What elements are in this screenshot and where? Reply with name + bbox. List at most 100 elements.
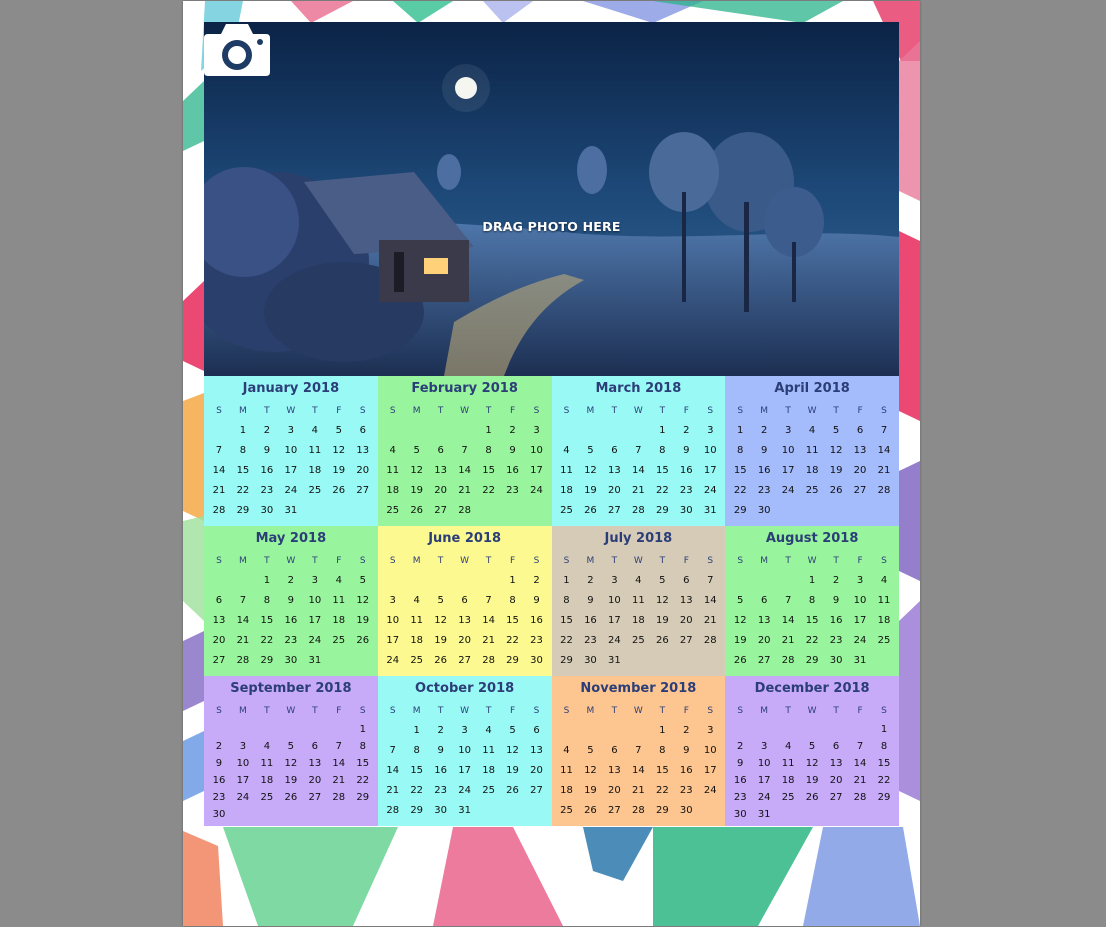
day-cell: 2 <box>215 741 223 752</box>
weekday-label: F <box>857 556 863 566</box>
day-cell: 20 <box>829 775 843 786</box>
day-cell: 7 <box>635 445 642 456</box>
day-cell: 8 <box>880 741 888 752</box>
day-cell: 17 <box>608 615 621 626</box>
day-cell: 16 <box>260 465 274 476</box>
day-cell: 18 <box>260 775 274 786</box>
day-cell: 14 <box>458 465 471 476</box>
month-title: November 2018 <box>580 681 697 696</box>
weekday-label: S <box>737 556 744 566</box>
day-cell: 18 <box>805 465 819 476</box>
day-empty <box>207 421 231 441</box>
weekday-header: SMTWTFS <box>381 700 549 721</box>
day-cell: 3 <box>239 741 247 752</box>
day-empty <box>626 421 650 441</box>
weekday-label: M <box>412 406 421 416</box>
day-cell: 30 <box>757 505 771 516</box>
weekday-label: W <box>633 706 643 716</box>
day-cell: 12 <box>434 615 448 626</box>
weekday-label: F <box>509 556 516 566</box>
day-cell: 17 <box>781 465 795 476</box>
photo-drop-zone[interactable]: DRAG PHOTO HERE <box>204 22 899 376</box>
day-cell: 11 <box>632 595 645 606</box>
day-cell: 22 <box>877 775 891 786</box>
day-cell: 14 <box>632 765 645 776</box>
day-cell: 9 <box>761 445 768 456</box>
day-cell: 29 <box>560 655 573 666</box>
day-cell: 25 <box>877 635 891 646</box>
month-title: August 2018 <box>765 531 859 546</box>
weekday-label: S <box>533 406 540 416</box>
day-cell: 11 <box>560 765 573 776</box>
day-cell: 17 <box>853 615 867 626</box>
day-cell: 7 <box>485 595 492 606</box>
month-block: May 2018 S M T W T F S 1 2 3 4 5 6 7 8 9 10 11 12 13 14 15 16 17… <box>204 526 378 676</box>
day-cell: 10 <box>530 445 543 456</box>
weekday-label: W <box>286 706 296 716</box>
day-cell: 29 <box>877 792 891 803</box>
day-cell: 28 <box>236 655 250 666</box>
day-cell: 3 <box>707 425 714 436</box>
month-block: November 2018 S M T W T F S 1 2 3 4 5 6 7 8 9 10 11 12 13 14 1… <box>551 676 726 826</box>
day-empty <box>255 721 279 738</box>
day-cell: 8 <box>359 741 366 752</box>
day-cell: 23 <box>829 635 843 646</box>
day-cell: 14 <box>332 758 346 769</box>
day-cell: 6 <box>311 741 319 752</box>
day-cell: 30 <box>212 809 226 820</box>
day-cell: 26 <box>434 655 448 666</box>
day-cell: 13 <box>608 465 621 476</box>
day-cell: 31 <box>458 805 471 816</box>
day-cell: 25 <box>632 635 645 646</box>
day-cell: 9 <box>533 595 540 606</box>
day-cell: 22 <box>506 635 519 646</box>
month-title: July 2018 <box>604 531 673 546</box>
day-cell: 29 <box>236 505 250 516</box>
weekday-label: W <box>807 556 817 566</box>
weekday-label: T <box>611 706 618 716</box>
photo-placeholder[interactable]: DRAG PHOTO HERE <box>204 22 899 376</box>
month-block: February 2018 S M T W T F S 1 2 3 4 5 6 7 8 9 10 11 12 13 14 1… <box>377 376 552 526</box>
day-cell: 21 <box>458 485 471 496</box>
day-cell: 26 <box>284 792 298 803</box>
day-cell: 13 <box>356 445 370 456</box>
day-cell: 6 <box>359 425 366 436</box>
day-empty <box>602 721 626 741</box>
day-cell: 14 <box>386 765 400 776</box>
day-cell: 10 <box>757 758 771 769</box>
weekday-label: S <box>359 556 366 566</box>
day-cell: 10 <box>703 745 717 756</box>
day-cell: 5 <box>587 445 594 456</box>
day-cell: 5 <box>737 595 744 606</box>
month-title: March 2018 <box>595 381 682 396</box>
day-cell: 1 <box>509 575 516 586</box>
day-cell: 28 <box>386 805 400 816</box>
day-cell: 2 <box>683 425 690 436</box>
day-cell: 12 <box>829 445 843 456</box>
weekday-header: SMTWTFS <box>381 400 549 421</box>
day-cell: 27 <box>608 805 621 816</box>
day-cell: 8 <box>659 745 666 756</box>
day-cell: 24 <box>236 792 250 803</box>
weekday-label: T <box>264 556 270 566</box>
day-cell: 22 <box>733 485 747 496</box>
day-cell: 2 <box>587 575 594 586</box>
day-cell: 26 <box>655 635 669 646</box>
day-cell: 11 <box>332 595 346 606</box>
day-cell: 22 <box>356 775 370 786</box>
day-cell: 2 <box>737 741 744 752</box>
weekday-label: T <box>659 406 666 416</box>
day-cell: 25 <box>332 635 346 646</box>
day-empty <box>405 571 429 591</box>
day-cell: 16 <box>733 775 747 786</box>
day-cell: 26 <box>584 805 597 816</box>
weekday-label: M <box>412 706 421 716</box>
day-cell: 12 <box>805 758 819 769</box>
weekday-label: T <box>312 406 318 416</box>
month-title: May 2018 <box>255 531 327 546</box>
day-cell: 1 <box>563 575 570 586</box>
day-cell: 19 <box>434 635 448 646</box>
day-cell: 24 <box>284 485 298 496</box>
day-cell: 14 <box>781 615 795 626</box>
day-cell: 25 <box>560 805 573 816</box>
